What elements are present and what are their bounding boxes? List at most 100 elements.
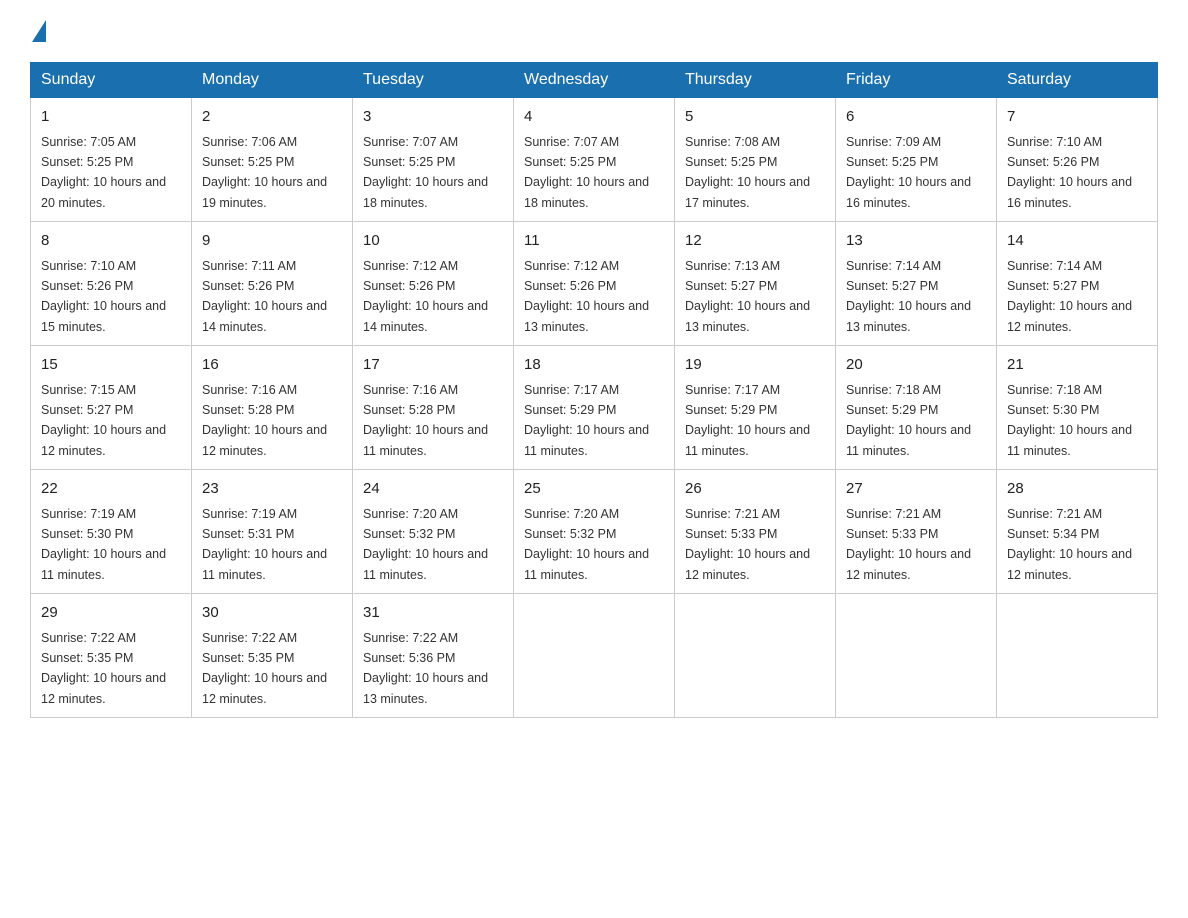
logo bbox=[30, 20, 46, 44]
day-number: 2 bbox=[202, 106, 342, 129]
day-info: Sunrise: 7:12 AMSunset: 5:26 PMDaylight:… bbox=[363, 259, 488, 334]
column-header-friday: Friday bbox=[836, 63, 997, 98]
calendar-cell: 30 Sunrise: 7:22 AMSunset: 5:35 PMDaylig… bbox=[192, 594, 353, 718]
day-number: 4 bbox=[524, 106, 664, 129]
column-header-thursday: Thursday bbox=[675, 63, 836, 98]
calendar-cell: 20 Sunrise: 7:18 AMSunset: 5:29 PMDaylig… bbox=[836, 346, 997, 470]
calendar-cell: 15 Sunrise: 7:15 AMSunset: 5:27 PMDaylig… bbox=[31, 346, 192, 470]
day-info: Sunrise: 7:07 AMSunset: 5:25 PMDaylight:… bbox=[363, 135, 488, 210]
calendar-table: SundayMondayTuesdayWednesdayThursdayFrid… bbox=[30, 62, 1158, 718]
day-number: 27 bbox=[846, 478, 986, 501]
day-number: 11 bbox=[524, 230, 664, 253]
day-info: Sunrise: 7:10 AMSunset: 5:26 PMDaylight:… bbox=[1007, 135, 1132, 210]
calendar-cell: 11 Sunrise: 7:12 AMSunset: 5:26 PMDaylig… bbox=[514, 222, 675, 346]
day-number: 15 bbox=[41, 354, 181, 377]
day-number: 14 bbox=[1007, 230, 1147, 253]
calendar-cell: 10 Sunrise: 7:12 AMSunset: 5:26 PMDaylig… bbox=[353, 222, 514, 346]
day-number: 31 bbox=[363, 602, 503, 625]
calendar-week-row: 29 Sunrise: 7:22 AMSunset: 5:35 PMDaylig… bbox=[31, 594, 1158, 718]
calendar-cell: 25 Sunrise: 7:20 AMSunset: 5:32 PMDaylig… bbox=[514, 470, 675, 594]
day-info: Sunrise: 7:08 AMSunset: 5:25 PMDaylight:… bbox=[685, 135, 810, 210]
day-info: Sunrise: 7:09 AMSunset: 5:25 PMDaylight:… bbox=[846, 135, 971, 210]
day-number: 22 bbox=[41, 478, 181, 501]
calendar-cell: 7 Sunrise: 7:10 AMSunset: 5:26 PMDayligh… bbox=[997, 98, 1158, 222]
calendar-week-row: 22 Sunrise: 7:19 AMSunset: 5:30 PMDaylig… bbox=[31, 470, 1158, 594]
logo-triangle-icon bbox=[32, 20, 46, 42]
calendar-cell: 27 Sunrise: 7:21 AMSunset: 5:33 PMDaylig… bbox=[836, 470, 997, 594]
day-number: 10 bbox=[363, 230, 503, 253]
day-number: 17 bbox=[363, 354, 503, 377]
day-number: 20 bbox=[846, 354, 986, 377]
calendar-cell: 26 Sunrise: 7:21 AMSunset: 5:33 PMDaylig… bbox=[675, 470, 836, 594]
day-number: 18 bbox=[524, 354, 664, 377]
day-number: 13 bbox=[846, 230, 986, 253]
calendar-cell: 31 Sunrise: 7:22 AMSunset: 5:36 PMDaylig… bbox=[353, 594, 514, 718]
calendar-cell: 19 Sunrise: 7:17 AMSunset: 5:29 PMDaylig… bbox=[675, 346, 836, 470]
calendar-header-row: SundayMondayTuesdayWednesdayThursdayFrid… bbox=[31, 63, 1158, 98]
day-info: Sunrise: 7:22 AMSunset: 5:35 PMDaylight:… bbox=[41, 631, 166, 706]
calendar-cell: 14 Sunrise: 7:14 AMSunset: 5:27 PMDaylig… bbox=[997, 222, 1158, 346]
calendar-cell: 28 Sunrise: 7:21 AMSunset: 5:34 PMDaylig… bbox=[997, 470, 1158, 594]
day-info: Sunrise: 7:17 AMSunset: 5:29 PMDaylight:… bbox=[524, 383, 649, 458]
calendar-cell bbox=[675, 594, 836, 718]
day-info: Sunrise: 7:21 AMSunset: 5:33 PMDaylight:… bbox=[685, 507, 810, 582]
calendar-cell: 1 Sunrise: 7:05 AMSunset: 5:25 PMDayligh… bbox=[31, 98, 192, 222]
day-info: Sunrise: 7:22 AMSunset: 5:35 PMDaylight:… bbox=[202, 631, 327, 706]
day-number: 21 bbox=[1007, 354, 1147, 377]
day-info: Sunrise: 7:14 AMSunset: 5:27 PMDaylight:… bbox=[846, 259, 971, 334]
day-number: 7 bbox=[1007, 106, 1147, 129]
day-number: 30 bbox=[202, 602, 342, 625]
day-number: 26 bbox=[685, 478, 825, 501]
day-number: 3 bbox=[363, 106, 503, 129]
day-info: Sunrise: 7:06 AMSunset: 5:25 PMDaylight:… bbox=[202, 135, 327, 210]
calendar-cell: 21 Sunrise: 7:18 AMSunset: 5:30 PMDaylig… bbox=[997, 346, 1158, 470]
day-info: Sunrise: 7:14 AMSunset: 5:27 PMDaylight:… bbox=[1007, 259, 1132, 334]
day-info: Sunrise: 7:22 AMSunset: 5:36 PMDaylight:… bbox=[363, 631, 488, 706]
calendar-cell: 6 Sunrise: 7:09 AMSunset: 5:25 PMDayligh… bbox=[836, 98, 997, 222]
calendar-cell: 2 Sunrise: 7:06 AMSunset: 5:25 PMDayligh… bbox=[192, 98, 353, 222]
calendar-cell: 3 Sunrise: 7:07 AMSunset: 5:25 PMDayligh… bbox=[353, 98, 514, 222]
calendar-cell: 8 Sunrise: 7:10 AMSunset: 5:26 PMDayligh… bbox=[31, 222, 192, 346]
day-info: Sunrise: 7:10 AMSunset: 5:26 PMDaylight:… bbox=[41, 259, 166, 334]
calendar-cell bbox=[836, 594, 997, 718]
day-info: Sunrise: 7:17 AMSunset: 5:29 PMDaylight:… bbox=[685, 383, 810, 458]
day-info: Sunrise: 7:19 AMSunset: 5:31 PMDaylight:… bbox=[202, 507, 327, 582]
page-header bbox=[30, 20, 1158, 44]
day-number: 29 bbox=[41, 602, 181, 625]
day-number: 8 bbox=[41, 230, 181, 253]
calendar-cell: 16 Sunrise: 7:16 AMSunset: 5:28 PMDaylig… bbox=[192, 346, 353, 470]
calendar-cell: 29 Sunrise: 7:22 AMSunset: 5:35 PMDaylig… bbox=[31, 594, 192, 718]
day-number: 24 bbox=[363, 478, 503, 501]
calendar-cell: 24 Sunrise: 7:20 AMSunset: 5:32 PMDaylig… bbox=[353, 470, 514, 594]
day-info: Sunrise: 7:05 AMSunset: 5:25 PMDaylight:… bbox=[41, 135, 166, 210]
day-info: Sunrise: 7:20 AMSunset: 5:32 PMDaylight:… bbox=[524, 507, 649, 582]
day-info: Sunrise: 7:12 AMSunset: 5:26 PMDaylight:… bbox=[524, 259, 649, 334]
day-info: Sunrise: 7:11 AMSunset: 5:26 PMDaylight:… bbox=[202, 259, 327, 334]
column-header-tuesday: Tuesday bbox=[353, 63, 514, 98]
calendar-cell: 12 Sunrise: 7:13 AMSunset: 5:27 PMDaylig… bbox=[675, 222, 836, 346]
calendar-cell: 22 Sunrise: 7:19 AMSunset: 5:30 PMDaylig… bbox=[31, 470, 192, 594]
calendar-cell: 23 Sunrise: 7:19 AMSunset: 5:31 PMDaylig… bbox=[192, 470, 353, 594]
day-number: 9 bbox=[202, 230, 342, 253]
day-info: Sunrise: 7:16 AMSunset: 5:28 PMDaylight:… bbox=[363, 383, 488, 458]
calendar-cell: 5 Sunrise: 7:08 AMSunset: 5:25 PMDayligh… bbox=[675, 98, 836, 222]
day-info: Sunrise: 7:15 AMSunset: 5:27 PMDaylight:… bbox=[41, 383, 166, 458]
day-number: 1 bbox=[41, 106, 181, 129]
calendar-cell: 18 Sunrise: 7:17 AMSunset: 5:29 PMDaylig… bbox=[514, 346, 675, 470]
day-info: Sunrise: 7:21 AMSunset: 5:34 PMDaylight:… bbox=[1007, 507, 1132, 582]
day-number: 16 bbox=[202, 354, 342, 377]
day-info: Sunrise: 7:16 AMSunset: 5:28 PMDaylight:… bbox=[202, 383, 327, 458]
calendar-week-row: 1 Sunrise: 7:05 AMSunset: 5:25 PMDayligh… bbox=[31, 98, 1158, 222]
calendar-week-row: 8 Sunrise: 7:10 AMSunset: 5:26 PMDayligh… bbox=[31, 222, 1158, 346]
day-number: 12 bbox=[685, 230, 825, 253]
calendar-cell: 13 Sunrise: 7:14 AMSunset: 5:27 PMDaylig… bbox=[836, 222, 997, 346]
column-header-sunday: Sunday bbox=[31, 63, 192, 98]
day-info: Sunrise: 7:18 AMSunset: 5:30 PMDaylight:… bbox=[1007, 383, 1132, 458]
calendar-cell bbox=[514, 594, 675, 718]
day-number: 25 bbox=[524, 478, 664, 501]
day-number: 28 bbox=[1007, 478, 1147, 501]
calendar-cell bbox=[997, 594, 1158, 718]
calendar-week-row: 15 Sunrise: 7:15 AMSunset: 5:27 PMDaylig… bbox=[31, 346, 1158, 470]
day-info: Sunrise: 7:18 AMSunset: 5:29 PMDaylight:… bbox=[846, 383, 971, 458]
column-header-monday: Monday bbox=[192, 63, 353, 98]
